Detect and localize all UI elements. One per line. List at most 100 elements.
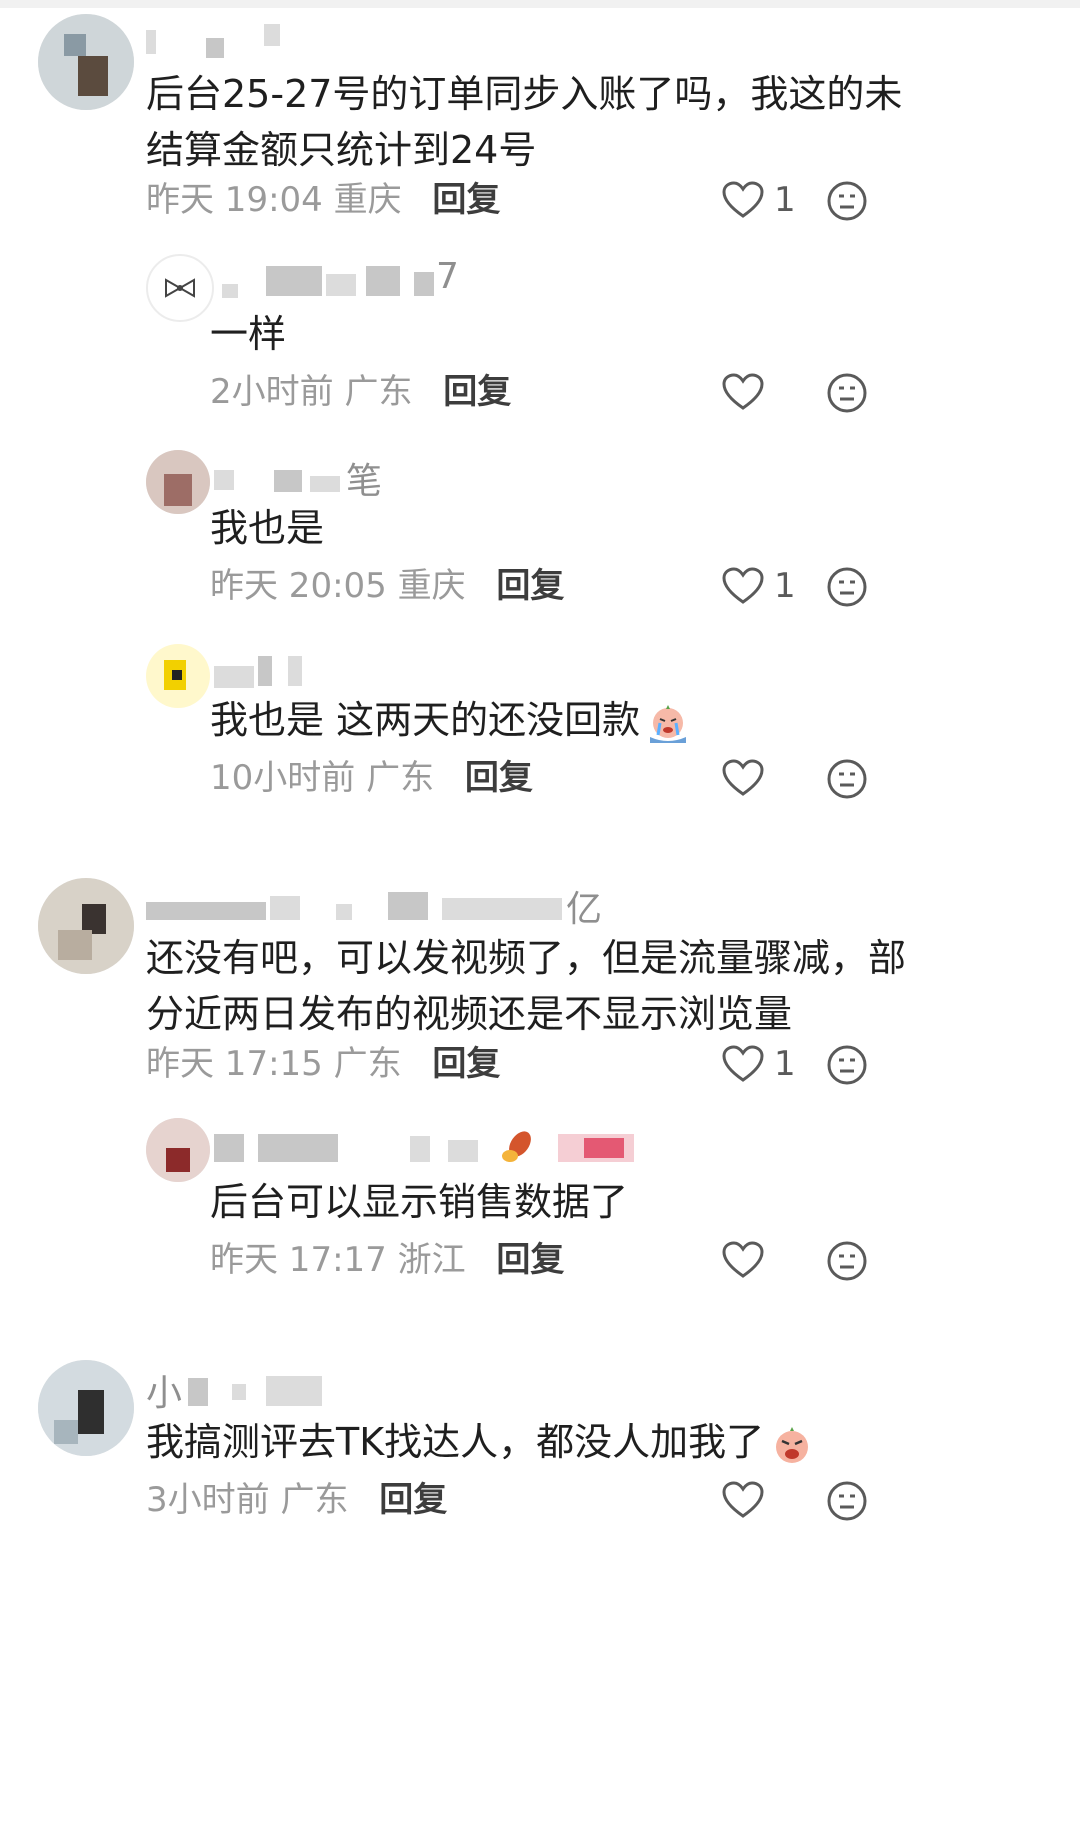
reply-meta: 昨天 17:17 浙江 回复 (210, 1236, 564, 1284)
reply-location: 广东 (366, 758, 435, 798)
like-count: 1 (774, 1044, 796, 1084)
dislike-face-icon[interactable] (826, 180, 868, 222)
comment-location: 广东 (333, 1044, 402, 1084)
like-count: 1 (774, 566, 796, 606)
author-name[interactable] (214, 654, 334, 694)
reply-time: 2小时前 (210, 372, 334, 412)
like-count: 1 (774, 180, 796, 220)
like-button[interactable] (722, 1236, 774, 1284)
redacted-name (274, 470, 302, 492)
comment-time: 3小时前 (146, 1480, 270, 1520)
reply-location: 浙江 (397, 1240, 466, 1280)
redacted-name (266, 1376, 322, 1406)
heart-icon (722, 1241, 764, 1278)
author-name-visible: 小 (146, 1373, 183, 1414)
like-button[interactable]: 1 (722, 1040, 796, 1088)
redacted-name (214, 666, 254, 688)
dislike-face-icon[interactable] (826, 1240, 868, 1282)
avatar[interactable] (38, 878, 134, 974)
reply-button[interactable]: 回复 (496, 1240, 564, 1280)
comment-time: 昨天 19:04 (146, 180, 323, 220)
redacted-name (188, 1378, 208, 1406)
comment-meta: 3小时前 广东 回复 (146, 1476, 447, 1524)
angry-face-emoji (776, 1426, 809, 1463)
comment-time: 昨天 17:15 (146, 1044, 323, 1084)
like-button[interactable]: 1 (722, 176, 796, 224)
author-name-visible: 笔 (346, 461, 383, 502)
heart-icon (722, 759, 764, 796)
redacted-name (258, 1134, 338, 1162)
like-button[interactable] (722, 1476, 774, 1524)
reply-button[interactable]: 回复 (465, 758, 533, 798)
redacted-name (366, 266, 400, 296)
avatar[interactable] (38, 1360, 134, 1456)
dislike-face-icon[interactable] (826, 566, 868, 608)
redacted-name (442, 898, 562, 920)
crying-face-emoji (650, 704, 687, 743)
sweet-potato-emoji (502, 1131, 531, 1162)
redacted-name (232, 1384, 246, 1400)
avatar[interactable] (146, 1118, 210, 1182)
dislike-face-icon[interactable] (826, 758, 868, 800)
reply-button[interactable]: 回复 (443, 372, 511, 412)
redacted-name (222, 284, 238, 298)
redacted-name (326, 274, 356, 296)
redacted-name (448, 1140, 478, 1162)
redacted-name (288, 656, 302, 686)
reply-text: 我也是 (210, 506, 325, 550)
reply-button[interactable]: 回复 (432, 1044, 500, 1084)
like-button[interactable]: 1 (722, 562, 796, 610)
heart-icon (722, 373, 764, 410)
reply-text: 后台可以显示销售数据了 (210, 1180, 629, 1224)
redacted-name (264, 24, 280, 46)
redacted-name (214, 1134, 244, 1162)
reply-button[interactable]: 回复 (432, 180, 500, 220)
reply-location: 重庆 (397, 566, 466, 606)
avatar[interactable] (38, 14, 134, 110)
author-name[interactable] (214, 1130, 654, 1170)
reply-text: 一样 (210, 312, 287, 356)
avatar[interactable] (146, 254, 214, 322)
comment-text: 还没有吧，可以发视频了，但是流量骤减，部 分近两日发布的视频还是不显示浏览量 (146, 936, 907, 1036)
author-name[interactable]: 笔 (214, 460, 414, 502)
redacted-name (146, 902, 266, 920)
heart-icon (722, 1045, 764, 1082)
redacted-name (388, 892, 428, 920)
comment-location: 重庆 (333, 180, 402, 220)
reply-meta: 2小时前 广东 回复 (210, 368, 511, 416)
comment-text: 我搞测评去TK找达人，都没人加我了 (146, 1414, 816, 1470)
reply-meta: 10小时前 广东 回复 (210, 754, 533, 802)
dislike-face-icon[interactable] (826, 372, 868, 414)
redacted-name (310, 476, 340, 492)
comment-location: 广东 (280, 1480, 349, 1520)
author-name[interactable]: 小 (146, 1372, 346, 1414)
reply-button[interactable]: 回复 (379, 1480, 447, 1520)
redacted-name (270, 896, 300, 920)
heart-icon (722, 567, 764, 604)
reply-meta: 昨天 20:05 重庆 回复 (210, 562, 564, 610)
like-button[interactable] (722, 754, 774, 802)
redacted-name (206, 38, 224, 58)
bow-icon (165, 278, 195, 298)
redacted-name (214, 470, 234, 490)
author-name[interactable]: 亿 (146, 888, 606, 930)
dislike-face-icon[interactable] (826, 1044, 868, 1086)
reply-button[interactable]: 回复 (496, 566, 564, 606)
reply-location: 广东 (344, 372, 413, 412)
author-name-visible: 7 (436, 256, 459, 297)
heart-icon (722, 181, 764, 218)
comment-text: 后台25-27号的订单同步入账了吗，我这的未 结算金额只统计到24号 (146, 72, 903, 172)
redacted-name (410, 1136, 430, 1162)
redacted-name (584, 1138, 624, 1158)
redacted-name (414, 272, 434, 296)
reply-time: 昨天 17:17 (210, 1240, 387, 1280)
reply-text: 我也是 这两天的还没回款 (210, 692, 692, 748)
author-name-visible: 亿 (566, 889, 603, 930)
heart-icon (722, 1481, 764, 1518)
dislike-face-icon[interactable] (826, 1480, 868, 1522)
avatar[interactable] (146, 644, 210, 708)
like-button[interactable] (722, 368, 774, 416)
avatar[interactable] (146, 450, 210, 514)
author-name[interactable]: 7 (214, 256, 474, 304)
redacted-name (146, 30, 156, 54)
